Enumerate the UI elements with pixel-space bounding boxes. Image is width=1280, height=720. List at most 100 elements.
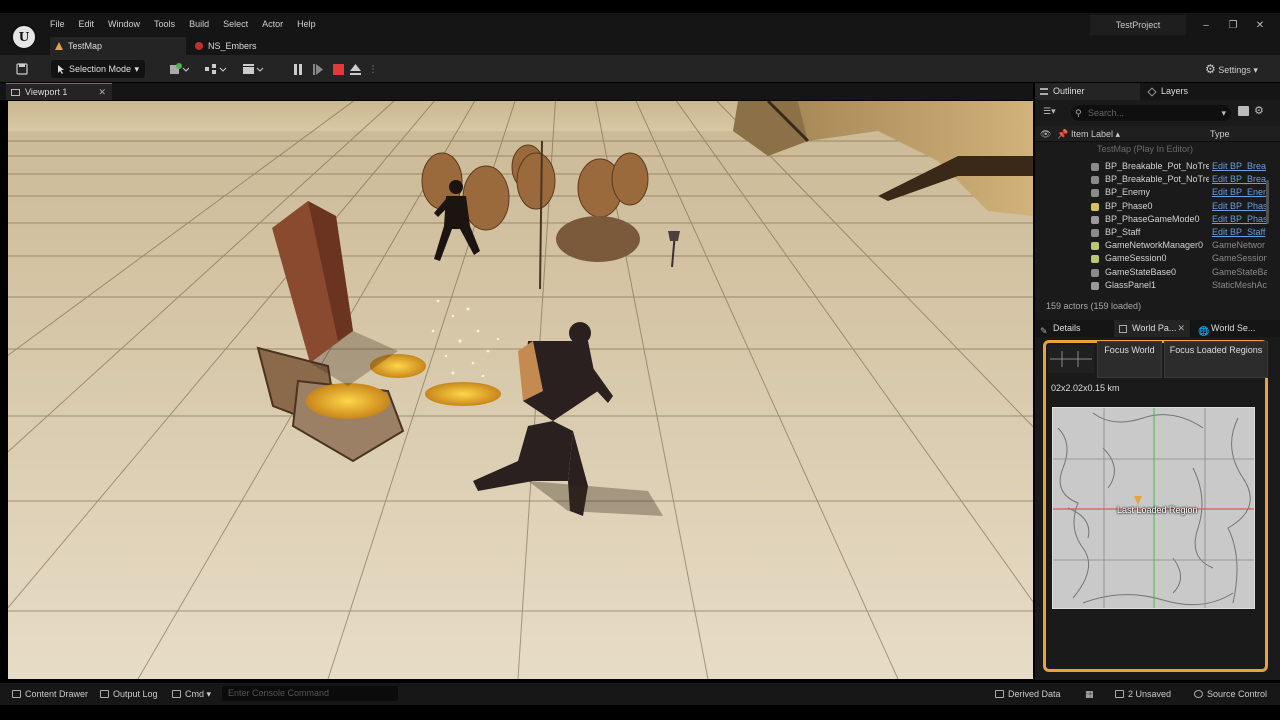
more-options-icon[interactable]: ⋮ xyxy=(366,60,380,78)
outliner-scrollbar[interactable] xyxy=(1266,180,1269,224)
blueprint-icon[interactable] xyxy=(202,60,230,78)
tab-label: World Pa... xyxy=(1132,323,1177,333)
tab-outliner[interactable]: Outliner xyxy=(1035,83,1140,100)
tab-label: NS_Embers xyxy=(208,41,257,51)
focus-loaded-regions-button[interactable]: Focus Loaded Regions xyxy=(1164,341,1268,378)
outliner-map-row[interactable]: TestMap (Play In Editor) xyxy=(1035,143,1267,156)
actor-type: StaticMeshAc xyxy=(1212,280,1267,290)
unsaved-button[interactable]: 2 Unsaved xyxy=(1113,683,1171,705)
close-tab-icon[interactable]: ✕ xyxy=(1177,320,1185,337)
actor-icon xyxy=(1091,229,1099,237)
pin-icon[interactable]: 📌 xyxy=(1057,126,1068,142)
outliner-row[interactable]: GameSession0 GameSession xyxy=(1035,252,1267,265)
outliner-row[interactable]: BP_Staff Edit BP_Staff xyxy=(1035,226,1267,239)
outliner-row[interactable]: BP_PhaseGameMode0 Edit BP_Phas xyxy=(1035,213,1267,226)
visibility-icon[interactable]: 👁 xyxy=(1040,126,1051,142)
letterbox-bottom xyxy=(0,707,1280,720)
tab-viewport-1[interactable]: Viewport 1 ✕ xyxy=(6,83,112,100)
project-name: TestProject xyxy=(1090,15,1186,35)
outliner-column-header: 👁 📌 Item Label ▴ Type xyxy=(1035,126,1280,142)
gear-icon[interactable]: ⚙ xyxy=(1254,104,1264,117)
search-icon: ⚲ xyxy=(1075,108,1082,118)
tab-details[interactable]: ✎ Details xyxy=(1035,320,1111,337)
tab-world-partition[interactable]: World Pa... ✕ xyxy=(1114,320,1190,337)
eject-icon[interactable] xyxy=(347,60,363,78)
cursor-icon xyxy=(58,65,64,74)
edit-blueprint-link[interactable]: Edit BP_Enen xyxy=(1212,186,1267,199)
outliner-row[interactable]: GameNetworkManager0 GameNetwor xyxy=(1035,239,1267,252)
tab-layers[interactable]: Layers xyxy=(1143,83,1233,100)
derived-data-button[interactable]: Derived Data xyxy=(993,683,1061,705)
output-log-label: Output Log xyxy=(113,689,158,699)
minimize-icon[interactable]: – xyxy=(1197,18,1215,34)
menu-help[interactable]: Help xyxy=(290,17,323,31)
outliner-row[interactable]: BP_Enemy Edit BP_Enen xyxy=(1035,186,1267,199)
search-input[interactable]: ⚲ Search... ▾ xyxy=(1071,105,1231,121)
content-drawer-button[interactable]: Content Drawer xyxy=(10,683,88,705)
layers-icon xyxy=(1147,87,1157,97)
console-command-input[interactable]: Enter Console Command xyxy=(222,686,398,701)
tab-testmap[interactable]: TestMap xyxy=(50,37,186,55)
actor-label: GameSession0 xyxy=(1105,253,1167,263)
edit-blueprint-link[interactable]: Edit BP_Staff xyxy=(1212,226,1267,239)
selection-mode-label: Selection Mode xyxy=(69,64,132,74)
menu-select[interactable]: Select xyxy=(216,17,255,31)
outliner-row[interactable]: BP_Phase0 Edit BP_Phas xyxy=(1035,200,1267,213)
actor-label: BP_Breakable_Pot_NoTrea xyxy=(1105,161,1209,171)
letterbox-top xyxy=(0,0,1280,13)
edit-blueprint-link[interactable]: Edit BP_Brea xyxy=(1212,160,1267,173)
edit-blueprint-link[interactable]: Edit BP_Phas xyxy=(1212,200,1267,213)
level-icon xyxy=(55,42,63,50)
type-header[interactable]: Type xyxy=(1210,126,1230,142)
edit-blueprint-link[interactable]: Edit BP_Brea xyxy=(1212,173,1267,186)
viewport-tab-label: Viewport 1 xyxy=(25,87,68,97)
cinematics-icon[interactable] xyxy=(240,60,266,78)
tab-label: Layers xyxy=(1161,86,1189,96)
add-actor-icon[interactable] xyxy=(166,60,192,78)
chevron-down-icon: ▾ xyxy=(206,689,212,699)
outliner-row[interactable]: BP_Breakable_Pot_NoTrea Edit BP_Brea xyxy=(1035,160,1267,173)
actor-icon xyxy=(1091,216,1099,224)
menu-edit[interactable]: Edit xyxy=(72,17,102,31)
menu-actor[interactable]: Actor xyxy=(255,17,290,31)
game-viewport[interactable] xyxy=(8,101,1033,679)
close-icon[interactable]: ✕ xyxy=(1251,18,1269,34)
item-label-header[interactable]: Item Label ▴ xyxy=(1071,126,1120,142)
menu-build[interactable]: Build xyxy=(182,17,216,31)
output-log-button[interactable]: Output Log xyxy=(98,683,158,705)
source-control-button[interactable]: Source Control xyxy=(1192,683,1267,705)
settings-button[interactable]: ⚙ Settings ▾ xyxy=(1205,60,1258,78)
map-row-label: TestMap (Play In Editor) xyxy=(1097,144,1194,154)
menu-file[interactable]: File xyxy=(43,17,72,31)
viewport-scene xyxy=(8,101,1033,679)
selection-mode-dropdown[interactable]: Selection Mode ▾ xyxy=(51,60,145,78)
actor-icon xyxy=(1091,255,1099,263)
pencil-icon: ✎ xyxy=(1040,326,1048,336)
filter-icon[interactable]: ☰▾ xyxy=(1043,106,1056,117)
close-tab-icon[interactable]: ✕ xyxy=(98,84,106,101)
unsaved-label: 2 Unsaved xyxy=(1128,689,1172,699)
maximize-icon[interactable]: ❐ xyxy=(1224,18,1242,34)
chevron-down-icon: ▾ xyxy=(1221,108,1226,118)
outliner-row[interactable]: GameStateBase0 GameStateBa xyxy=(1035,266,1267,279)
edit-blueprint-link[interactable]: Edit BP_Phas xyxy=(1212,213,1267,226)
stop-icon[interactable] xyxy=(330,60,346,78)
cmd-dropdown[interactable]: Cmd ▾ xyxy=(170,683,211,705)
skip-frame-icon[interactable] xyxy=(310,60,326,78)
outliner-row[interactable]: GlassPanel1 StaticMeshAc xyxy=(1035,279,1267,292)
tab-label: Details xyxy=(1053,323,1081,333)
unreal-logo-icon[interactable]: U xyxy=(11,24,37,50)
pause-icon[interactable] xyxy=(290,60,306,78)
tab-ns-embers[interactable]: NS_Embers xyxy=(190,37,300,55)
tab-label: World Se... xyxy=(1211,323,1256,333)
actor-type: GameStateBa xyxy=(1212,267,1267,277)
focus-world-button[interactable]: Focus World xyxy=(1097,341,1162,378)
world-minimap[interactable]: Last Loaded Region xyxy=(1052,407,1255,609)
add-folder-icon[interactable] xyxy=(1238,106,1249,116)
revision-control-icon[interactable]: ▦ xyxy=(1085,683,1105,705)
menu-window[interactable]: Window xyxy=(101,17,147,31)
save-icon[interactable] xyxy=(12,60,32,78)
menu-tools[interactable]: Tools xyxy=(147,17,182,31)
outliner-row[interactable]: BP_Breakable_Pot_NoTrea Edit BP_Brea xyxy=(1035,173,1267,186)
tab-world-settings[interactable]: 🌐 World Se... xyxy=(1193,320,1275,337)
